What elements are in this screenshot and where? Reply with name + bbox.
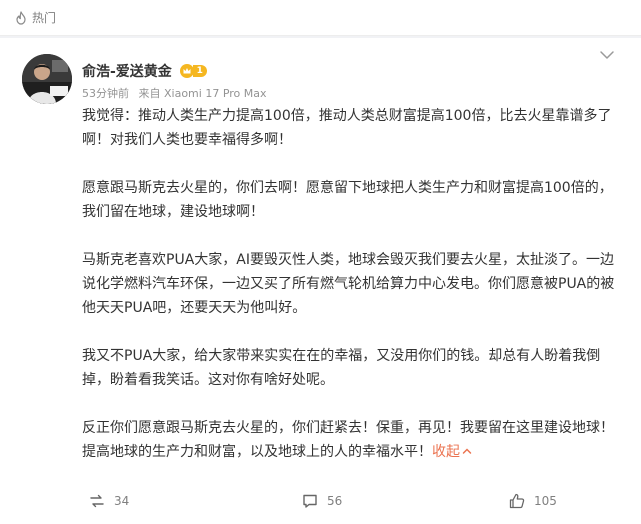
post-time[interactable]: 53分钟前: [82, 87, 129, 100]
collapse-label: 收起: [432, 444, 460, 460]
avatar[interactable]: [22, 54, 72, 104]
thumbs-up-icon: [509, 493, 525, 509]
post-paragraph-1: 我觉得：推动人类生产力提高100倍，推动人类总财富提高100倍，比去火星靠谱多了…: [82, 108, 612, 148]
repost-count: 34: [114, 494, 130, 508]
post-paragraph-3: 马斯克老喜欢PUA大家，AI要毁灭性人类，地球会毁灭我们要去火星，太扯淡了。一边…: [82, 252, 615, 316]
like-button[interactable]: 105: [508, 486, 557, 516]
chevron-up-icon: [462, 448, 472, 454]
author-row: 俞浩-爱送黄金 1: [82, 62, 207, 80]
comment-button[interactable]: 56: [301, 486, 342, 516]
badge-level: 1: [192, 65, 207, 77]
repost-icon: [90, 494, 104, 508]
collapse-button[interactable]: 收起: [432, 444, 472, 460]
post-card: 俞浩-爱送黄金 1 53分钟前 来自 Xiaomi 17 Pro Max 我觉得…: [0, 38, 641, 524]
comment-count: 56: [327, 494, 343, 508]
section-title: 热门: [32, 11, 57, 25]
user-level-badge[interactable]: 1: [179, 64, 207, 78]
post-paragraph-5: 反正你们愿意跟马斯克去火星的，你们赶紧去！保重，再见！我要留在这里建设地球！提高…: [82, 416, 617, 464]
action-bar: 34 56 105: [0, 486, 641, 516]
crown-icon: [179, 64, 194, 78]
post-paragraph-4: 我又不PUA大家，给大家带来实实在在的幸福，又没用你们的钱。却总有人盼着我倒掉，…: [82, 348, 601, 388]
repost-button[interactable]: 34: [88, 486, 129, 516]
avatar-photo: [22, 54, 72, 104]
post-meta: 53分钟前 来自 Xiaomi 17 Pro Max: [82, 85, 267, 101]
comment-icon: [303, 494, 317, 508]
flame-icon: [16, 10, 26, 25]
post-paragraph-2: 愿意跟马斯克去火星的，你们去啊！愿意留下地球把人类生产力和财富提高100倍的，我…: [82, 180, 613, 220]
post-source: 来自 Xiaomi 17 Pro Max: [138, 87, 267, 100]
like-count: 105: [534, 494, 557, 508]
section-header: 热门: [0, 0, 641, 36]
chevron-down-icon[interactable]: [597, 48, 617, 62]
post-paragraph-5-text: 反正你们愿意跟马斯克去火星的，你们赶紧去！保重，再见！我要留在这里建设地球！提高…: [82, 420, 614, 460]
username[interactable]: 俞浩-爱送黄金: [82, 61, 172, 81]
post-content: 我觉得：推动人类生产力提高100倍，推动人类总财富提高100倍，比去火星靠谱多了…: [82, 104, 617, 464]
hot-section-label: 热门: [14, 9, 56, 26]
